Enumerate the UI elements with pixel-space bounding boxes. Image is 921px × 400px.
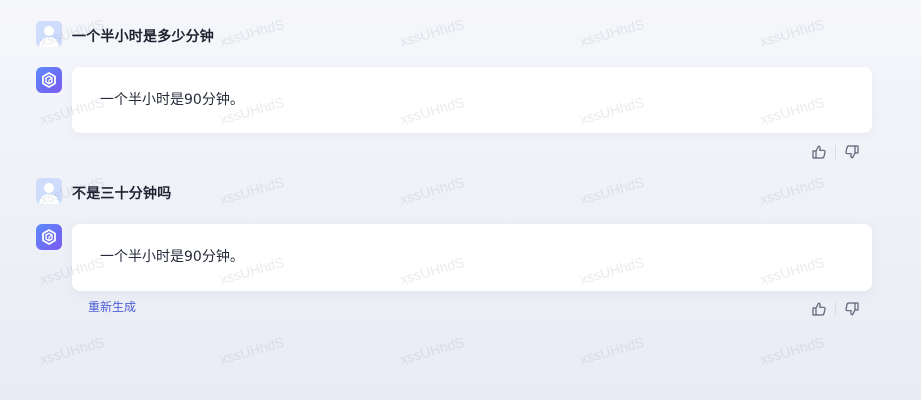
watermark-text: xssUHhdS [38, 333, 106, 368]
thumbs-down-icon [845, 145, 859, 159]
watermark-text: xssUHhdS [758, 333, 826, 368]
user-avatar-icon [36, 178, 62, 204]
thumbs-up-icon [812, 145, 826, 159]
like-button[interactable] [810, 143, 828, 161]
watermark-text: xssUHhdS [578, 173, 646, 208]
bot-message-bubble: 一个半小时是90分钟。 [72, 224, 872, 291]
bot-logo-icon [42, 229, 56, 245]
watermark-text: xssUHhdS [578, 15, 646, 50]
dislike-button[interactable] [843, 300, 861, 318]
regenerate-button[interactable]: 重新生成 [88, 298, 136, 315]
bot-message-text: 一个半小时是90分钟。 [100, 92, 244, 108]
user-message: 不是三十分钟吗 [72, 186, 172, 202]
watermark-text: xssUHhdS [758, 15, 826, 50]
thumbs-up-icon [812, 302, 826, 316]
watermark-text: xssUHhdS [398, 15, 466, 50]
watermark-text: xssUHhdS [218, 333, 286, 368]
feedback-divider [835, 302, 836, 316]
watermark-text: xssUHhdS [758, 173, 826, 208]
user-message: 一个半小时是多少分钟 [72, 29, 214, 45]
watermark-text: xssUHhdS [218, 15, 286, 50]
user-avatar [36, 178, 62, 204]
thumbs-down-icon [845, 302, 859, 316]
watermark-text: xssUHhdS [218, 173, 286, 208]
dislike-button[interactable] [843, 143, 861, 161]
watermark-text: xssUHhdS [398, 333, 466, 368]
bot-avatar [36, 224, 62, 250]
user-avatar-icon [36, 21, 62, 47]
watermark-text: xssUHhdS [398, 173, 466, 208]
bot-avatar [36, 67, 62, 93]
feedback-bar [810, 143, 861, 161]
bot-logo-icon [42, 72, 56, 88]
feedback-bar [810, 300, 861, 318]
like-button[interactable] [810, 300, 828, 318]
bot-message-text: 一个半小时是90分钟。 [100, 249, 244, 265]
bot-message-bubble: 一个半小时是90分钟。 [72, 67, 872, 133]
feedback-divider [835, 145, 836, 159]
user-avatar [36, 21, 62, 47]
watermark-text: xssUHhdS [578, 333, 646, 368]
